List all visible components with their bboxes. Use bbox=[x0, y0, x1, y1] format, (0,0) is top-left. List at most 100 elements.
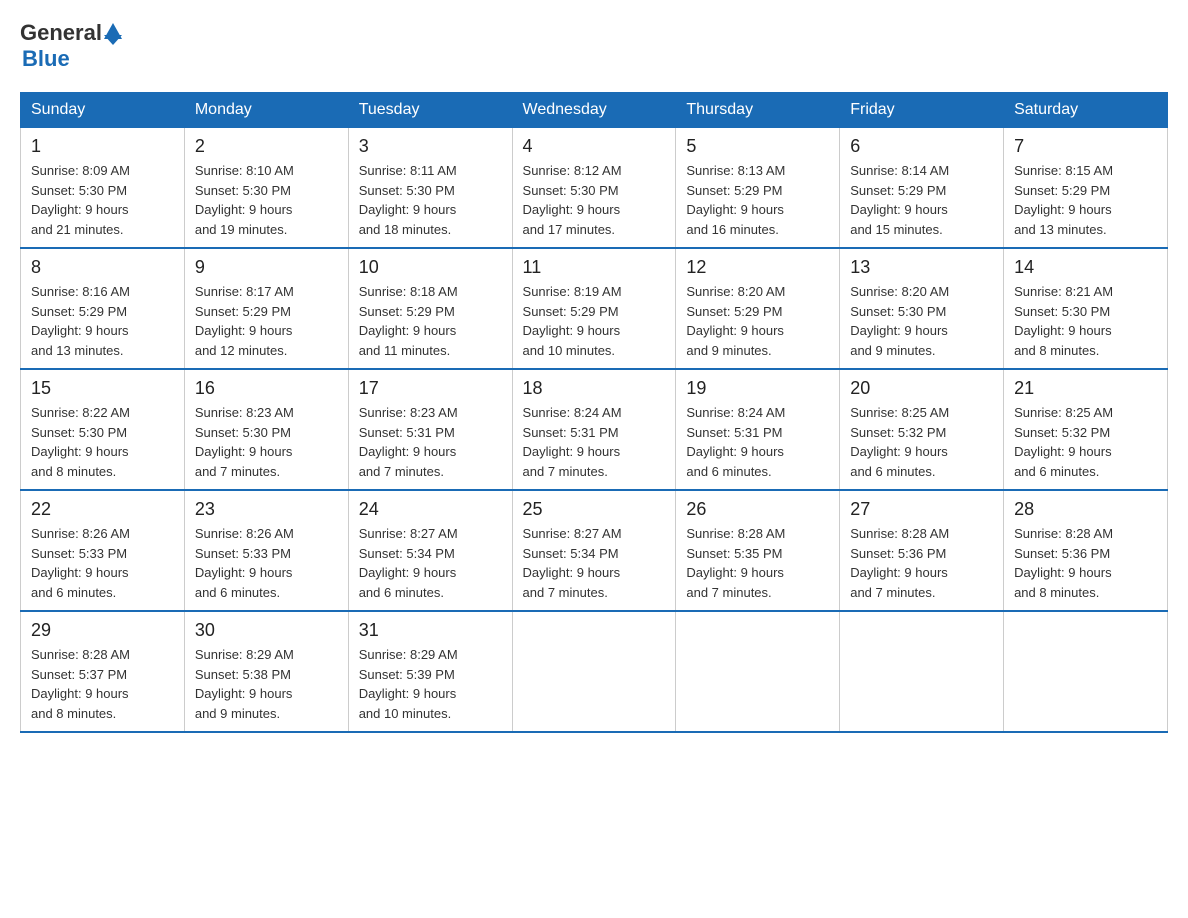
day-number: 1 bbox=[31, 136, 174, 157]
day-info: Sunrise: 8:24 AMSunset: 5:31 PMDaylight:… bbox=[686, 403, 829, 481]
day-number: 21 bbox=[1014, 378, 1157, 399]
logo: General Blue bbox=[20, 20, 122, 72]
day-number: 17 bbox=[359, 378, 502, 399]
day-info: Sunrise: 8:15 AMSunset: 5:29 PMDaylight:… bbox=[1014, 161, 1157, 239]
calendar-cell bbox=[676, 611, 840, 732]
calendar-cell: 10 Sunrise: 8:18 AMSunset: 5:29 PMDaylig… bbox=[348, 248, 512, 369]
calendar-cell: 28 Sunrise: 8:28 AMSunset: 5:36 PMDaylig… bbox=[1004, 490, 1168, 611]
calendar-cell: 7 Sunrise: 8:15 AMSunset: 5:29 PMDayligh… bbox=[1004, 128, 1168, 249]
page-header: General Blue bbox=[20, 20, 1168, 72]
calendar-cell: 13 Sunrise: 8:20 AMSunset: 5:30 PMDaylig… bbox=[840, 248, 1004, 369]
calendar-cell bbox=[1004, 611, 1168, 732]
calendar-cell: 30 Sunrise: 8:29 AMSunset: 5:38 PMDaylig… bbox=[184, 611, 348, 732]
calendar-cell: 8 Sunrise: 8:16 AMSunset: 5:29 PMDayligh… bbox=[21, 248, 185, 369]
logo-blue: Blue bbox=[22, 46, 70, 72]
day-number: 27 bbox=[850, 499, 993, 520]
day-number: 10 bbox=[359, 257, 502, 278]
week-row-3: 15 Sunrise: 8:22 AMSunset: 5:30 PMDaylig… bbox=[21, 369, 1168, 490]
day-info: Sunrise: 8:23 AMSunset: 5:31 PMDaylight:… bbox=[359, 403, 502, 481]
calendar-cell: 15 Sunrise: 8:22 AMSunset: 5:30 PMDaylig… bbox=[21, 369, 185, 490]
calendar-cell: 2 Sunrise: 8:10 AMSunset: 5:30 PMDayligh… bbox=[184, 128, 348, 249]
calendar-cell: 25 Sunrise: 8:27 AMSunset: 5:34 PMDaylig… bbox=[512, 490, 676, 611]
calendar-cell: 17 Sunrise: 8:23 AMSunset: 5:31 PMDaylig… bbox=[348, 369, 512, 490]
calendar-cell: 22 Sunrise: 8:26 AMSunset: 5:33 PMDaylig… bbox=[21, 490, 185, 611]
weekday-header-monday: Monday bbox=[184, 93, 348, 128]
day-number: 22 bbox=[31, 499, 174, 520]
day-info: Sunrise: 8:29 AMSunset: 5:39 PMDaylight:… bbox=[359, 645, 502, 723]
day-number: 26 bbox=[686, 499, 829, 520]
day-number: 4 bbox=[523, 136, 666, 157]
day-info: Sunrise: 8:27 AMSunset: 5:34 PMDaylight:… bbox=[359, 524, 502, 602]
day-info: Sunrise: 8:28 AMSunset: 5:37 PMDaylight:… bbox=[31, 645, 174, 723]
day-info: Sunrise: 8:12 AMSunset: 5:30 PMDaylight:… bbox=[523, 161, 666, 239]
calendar-cell: 16 Sunrise: 8:23 AMSunset: 5:30 PMDaylig… bbox=[184, 369, 348, 490]
day-number: 30 bbox=[195, 620, 338, 641]
day-number: 29 bbox=[31, 620, 174, 641]
day-number: 31 bbox=[359, 620, 502, 641]
day-number: 25 bbox=[523, 499, 666, 520]
day-number: 12 bbox=[686, 257, 829, 278]
weekday-header-sunday: Sunday bbox=[21, 93, 185, 128]
weekday-header-friday: Friday bbox=[840, 93, 1004, 128]
calendar-cell: 1 Sunrise: 8:09 AMSunset: 5:30 PMDayligh… bbox=[21, 128, 185, 249]
calendar-cell: 31 Sunrise: 8:29 AMSunset: 5:39 PMDaylig… bbox=[348, 611, 512, 732]
day-number: 7 bbox=[1014, 136, 1157, 157]
day-number: 16 bbox=[195, 378, 338, 399]
day-info: Sunrise: 8:23 AMSunset: 5:30 PMDaylight:… bbox=[195, 403, 338, 481]
calendar-cell: 3 Sunrise: 8:11 AMSunset: 5:30 PMDayligh… bbox=[348, 128, 512, 249]
day-number: 19 bbox=[686, 378, 829, 399]
calendar-cell: 26 Sunrise: 8:28 AMSunset: 5:35 PMDaylig… bbox=[676, 490, 840, 611]
calendar-cell: 24 Sunrise: 8:27 AMSunset: 5:34 PMDaylig… bbox=[348, 490, 512, 611]
calendar-body: 1 Sunrise: 8:09 AMSunset: 5:30 PMDayligh… bbox=[21, 128, 1168, 733]
weekday-header-thursday: Thursday bbox=[676, 93, 840, 128]
day-info: Sunrise: 8:26 AMSunset: 5:33 PMDaylight:… bbox=[31, 524, 174, 602]
day-info: Sunrise: 8:29 AMSunset: 5:38 PMDaylight:… bbox=[195, 645, 338, 723]
day-number: 18 bbox=[523, 378, 666, 399]
calendar-table: SundayMondayTuesdayWednesdayThursdayFrid… bbox=[20, 92, 1168, 733]
day-info: Sunrise: 8:20 AMSunset: 5:29 PMDaylight:… bbox=[686, 282, 829, 360]
day-info: Sunrise: 8:17 AMSunset: 5:29 PMDaylight:… bbox=[195, 282, 338, 360]
day-number: 23 bbox=[195, 499, 338, 520]
calendar-cell: 23 Sunrise: 8:26 AMSunset: 5:33 PMDaylig… bbox=[184, 490, 348, 611]
day-info: Sunrise: 8:28 AMSunset: 5:36 PMDaylight:… bbox=[850, 524, 993, 602]
day-info: Sunrise: 8:28 AMSunset: 5:36 PMDaylight:… bbox=[1014, 524, 1157, 602]
calendar-cell: 19 Sunrise: 8:24 AMSunset: 5:31 PMDaylig… bbox=[676, 369, 840, 490]
day-number: 15 bbox=[31, 378, 174, 399]
day-info: Sunrise: 8:28 AMSunset: 5:35 PMDaylight:… bbox=[686, 524, 829, 602]
day-info: Sunrise: 8:25 AMSunset: 5:32 PMDaylight:… bbox=[1014, 403, 1157, 481]
week-row-5: 29 Sunrise: 8:28 AMSunset: 5:37 PMDaylig… bbox=[21, 611, 1168, 732]
calendar-cell: 20 Sunrise: 8:25 AMSunset: 5:32 PMDaylig… bbox=[840, 369, 1004, 490]
day-number: 3 bbox=[359, 136, 502, 157]
calendar-cell: 18 Sunrise: 8:24 AMSunset: 5:31 PMDaylig… bbox=[512, 369, 676, 490]
day-info: Sunrise: 8:18 AMSunset: 5:29 PMDaylight:… bbox=[359, 282, 502, 360]
day-number: 8 bbox=[31, 257, 174, 278]
day-info: Sunrise: 8:19 AMSunset: 5:29 PMDaylight:… bbox=[523, 282, 666, 360]
calendar-cell: 14 Sunrise: 8:21 AMSunset: 5:30 PMDaylig… bbox=[1004, 248, 1168, 369]
day-number: 9 bbox=[195, 257, 338, 278]
day-number: 20 bbox=[850, 378, 993, 399]
day-number: 28 bbox=[1014, 499, 1157, 520]
day-number: 2 bbox=[195, 136, 338, 157]
weekday-header-saturday: Saturday bbox=[1004, 93, 1168, 128]
day-info: Sunrise: 8:25 AMSunset: 5:32 PMDaylight:… bbox=[850, 403, 993, 481]
calendar-cell: 12 Sunrise: 8:20 AMSunset: 5:29 PMDaylig… bbox=[676, 248, 840, 369]
calendar-cell: 21 Sunrise: 8:25 AMSunset: 5:32 PMDaylig… bbox=[1004, 369, 1168, 490]
calendar-cell: 27 Sunrise: 8:28 AMSunset: 5:36 PMDaylig… bbox=[840, 490, 1004, 611]
day-number: 13 bbox=[850, 257, 993, 278]
day-info: Sunrise: 8:14 AMSunset: 5:29 PMDaylight:… bbox=[850, 161, 993, 239]
day-info: Sunrise: 8:09 AMSunset: 5:30 PMDaylight:… bbox=[31, 161, 174, 239]
week-row-2: 8 Sunrise: 8:16 AMSunset: 5:29 PMDayligh… bbox=[21, 248, 1168, 369]
day-info: Sunrise: 8:26 AMSunset: 5:33 PMDaylight:… bbox=[195, 524, 338, 602]
day-info: Sunrise: 8:22 AMSunset: 5:30 PMDaylight:… bbox=[31, 403, 174, 481]
calendar-cell: 5 Sunrise: 8:13 AMSunset: 5:29 PMDayligh… bbox=[676, 128, 840, 249]
calendar-cell: 6 Sunrise: 8:14 AMSunset: 5:29 PMDayligh… bbox=[840, 128, 1004, 249]
day-number: 24 bbox=[359, 499, 502, 520]
calendar-cell: 11 Sunrise: 8:19 AMSunset: 5:29 PMDaylig… bbox=[512, 248, 676, 369]
calendar-cell bbox=[840, 611, 1004, 732]
weekday-header-wednesday: Wednesday bbox=[512, 93, 676, 128]
day-info: Sunrise: 8:27 AMSunset: 5:34 PMDaylight:… bbox=[523, 524, 666, 602]
day-number: 5 bbox=[686, 136, 829, 157]
calendar-cell: 9 Sunrise: 8:17 AMSunset: 5:29 PMDayligh… bbox=[184, 248, 348, 369]
day-info: Sunrise: 8:13 AMSunset: 5:29 PMDaylight:… bbox=[686, 161, 829, 239]
day-number: 6 bbox=[850, 136, 993, 157]
